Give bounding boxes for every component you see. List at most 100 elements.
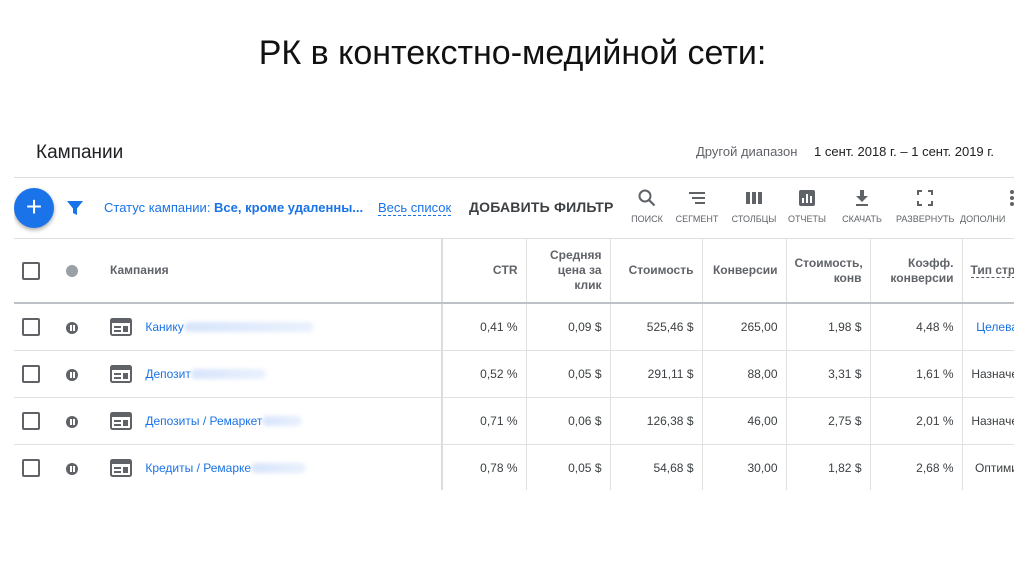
select-all-cell[interactable] — [14, 239, 58, 304]
cost-per-conv-cell: 1,98 $ — [786, 303, 871, 351]
bid-type-cell[interactable]: Оптими — [962, 444, 1014, 490]
columns-label: СТОЛБЦЫ — [731, 214, 777, 224]
avg-cpc-cell: 0,05 $ — [526, 444, 611, 490]
more-vert-icon — [1010, 190, 1014, 206]
campaign-cell[interactable]: Депозиты / Ремаркет — [102, 397, 443, 445]
cost-per-conv-cell: 3,31 $ — [786, 350, 871, 398]
table-row[interactable]: Депозит 0,52 % 0,05 $ 291,11 $ 88,00 3,3… — [14, 350, 1014, 398]
conv-rate-header-line: Коэфф. — [908, 255, 954, 270]
row-checkbox[interactable] — [22, 318, 40, 336]
campaign-name-link[interactable]: Канику — [145, 320, 183, 334]
more-label: ДОПОЛНИ — [960, 214, 1006, 224]
row-checkbox-cell[interactable] — [14, 444, 58, 490]
cost-per-conv-header[interactable]: Стоимость, конв — [786, 239, 871, 304]
ctr-cell: 0,78 % — [442, 444, 527, 490]
date-range-value[interactable]: 1 сент. 2018 г. – 1 сент. 2019 г. — [814, 144, 994, 159]
campaigns-table: Кампания CTR Средняя цена за клик Стоимо… — [14, 239, 1014, 490]
columns-button[interactable]: СТОЛБЦЫ — [730, 188, 778, 224]
conv-rate-cell: 4,48 % — [870, 303, 963, 351]
campaigns-panel: Кампании Другой диапазон 1 сент. 2018 г.… — [14, 130, 1014, 490]
segment-button[interactable]: СЕГМЕНТ — [674, 188, 720, 224]
bid-type-header-label: Тип стр — [970, 263, 1014, 278]
avg-cpc-header-line: цена за — [557, 263, 602, 277]
full-list-link[interactable]: Весь список — [378, 200, 452, 216]
row-status-cell[interactable] — [58, 350, 102, 398]
ctr-cell: 0,52 % — [442, 350, 527, 398]
paused-status-icon[interactable] — [66, 321, 78, 334]
status-filter[interactable]: Статус кампании: Все, кроме удаленны... — [104, 200, 363, 215]
reports-icon — [799, 190, 815, 206]
row-checkbox-cell[interactable] — [14, 303, 58, 351]
cost-per-conv-cell: 1,82 $ — [786, 444, 871, 490]
cost-per-conv-cell: 2,75 $ — [786, 397, 871, 445]
table-row[interactable]: Депозиты / Ремаркет 0,71 % 0,06 $ 126,38… — [14, 397, 1014, 445]
expand-label: РАЗВЕРНУТЬ — [896, 214, 955, 224]
row-checkbox[interactable] — [22, 459, 40, 477]
segment-label: СЕГМЕНТ — [675, 214, 719, 224]
status-filter-value: Все, кроме удаленны... — [214, 200, 364, 215]
campaign-cell[interactable]: Канику — [102, 303, 443, 351]
download-icon — [856, 190, 868, 206]
download-label: СКАЧАТЬ — [842, 214, 882, 224]
table-row[interactable]: Канику 0,41 % 0,09 $ 525,46 $ 265,00 1,9… — [14, 303, 1014, 351]
conversions-header[interactable]: Конверсии — [702, 239, 787, 304]
ctr-cell: 0,71 % — [442, 397, 527, 445]
conv-rate-header[interactable]: Коэфф. конверсии — [870, 239, 963, 304]
display-campaign-icon — [110, 412, 132, 430]
campaign-name-link[interactable]: Кредиты / Ремарке — [145, 461, 251, 475]
avg-cpc-header-line: Средняя — [549, 248, 602, 262]
bid-type-cell[interactable]: Назначе — [962, 350, 1014, 398]
redacted-text — [262, 416, 303, 426]
row-status-cell[interactable] — [58, 444, 102, 490]
toolbar: + Статус кампании: Все, кроме удаленны..… — [14, 178, 1014, 238]
bid-type-header[interactable]: Тип стр — [962, 239, 1014, 304]
campaign-cell[interactable]: Кредиты / Ремарке — [102, 444, 443, 490]
download-button[interactable]: СКАЧАТЬ — [840, 188, 884, 224]
columns-icon — [746, 192, 762, 204]
more-button[interactable]: ДОПОЛНИ — [960, 188, 1014, 224]
select-all-checkbox[interactable] — [22, 261, 40, 280]
bid-type-cell[interactable]: Целева — [962, 303, 1014, 351]
add-campaign-button[interactable]: + — [14, 188, 54, 228]
status-header — [58, 239, 102, 304]
slide-title: РК в контекстно-медийной сети: — [258, 34, 767, 72]
avg-cpc-header[interactable]: Средняя цена за клик — [526, 239, 611, 304]
row-checkbox[interactable] — [22, 412, 40, 430]
cost-header[interactable]: Стоимость — [610, 239, 703, 304]
paused-status-icon[interactable] — [66, 415, 78, 428]
bid-type-cell[interactable]: Назначе — [962, 397, 1014, 445]
cost-per-conv-header-line: конв — [833, 270, 862, 285]
cost-cell: 54,68 $ — [610, 444, 703, 490]
expand-button[interactable]: РАЗВЕРНУТЬ — [896, 188, 954, 224]
row-checkbox-cell[interactable] — [14, 397, 58, 445]
add-filter-button[interactable]: ДОБАВИТЬ ФИЛЬТР — [469, 199, 614, 215]
paused-status-icon[interactable] — [66, 462, 78, 475]
avg-cpc-cell: 0,05 $ — [526, 350, 611, 398]
conv-rate-header-line: конверсии — [890, 270, 954, 285]
avg-cpc-cell: 0,09 $ — [526, 303, 611, 351]
search-label: ПОИСК — [631, 214, 663, 224]
panel-header: Кампании Другой диапазон 1 сент. 2018 г.… — [14, 130, 1014, 178]
row-status-cell[interactable] — [58, 397, 102, 445]
reports-button[interactable]: ОТЧЕТЫ — [788, 188, 826, 224]
campaign-cell[interactable]: Депозит — [102, 350, 443, 398]
filter-icon[interactable] — [66, 199, 84, 217]
campaign-name-link[interactable]: Депозит — [145, 367, 191, 381]
conv-rate-cell: 2,68 % — [870, 444, 963, 490]
search-button[interactable]: ПОИСК — [630, 188, 664, 224]
row-checkbox-cell[interactable] — [14, 350, 58, 398]
row-checkbox[interactable] — [22, 365, 40, 383]
ctr-header[interactable]: CTR — [442, 239, 527, 304]
campaign-header[interactable]: Кампания — [102, 239, 443, 304]
display-campaign-icon — [110, 459, 132, 477]
date-range-label[interactable]: Другой диапазон — [696, 144, 797, 159]
table-row[interactable]: Кредиты / Ремарке 0,78 % 0,05 $ 54,68 $ … — [14, 444, 1014, 490]
display-campaign-icon — [110, 318, 132, 336]
row-status-cell[interactable] — [58, 303, 102, 351]
conversions-cell: 265,00 — [702, 303, 787, 351]
search-icon — [638, 189, 656, 207]
table-header-row: Кампания CTR Средняя цена за клик Стоимо… — [14, 239, 1014, 304]
reports-label: ОТЧЕТЫ — [788, 214, 826, 224]
paused-status-icon[interactable] — [66, 368, 78, 381]
campaign-name-link[interactable]: Депозиты / Ремаркет — [145, 414, 262, 428]
